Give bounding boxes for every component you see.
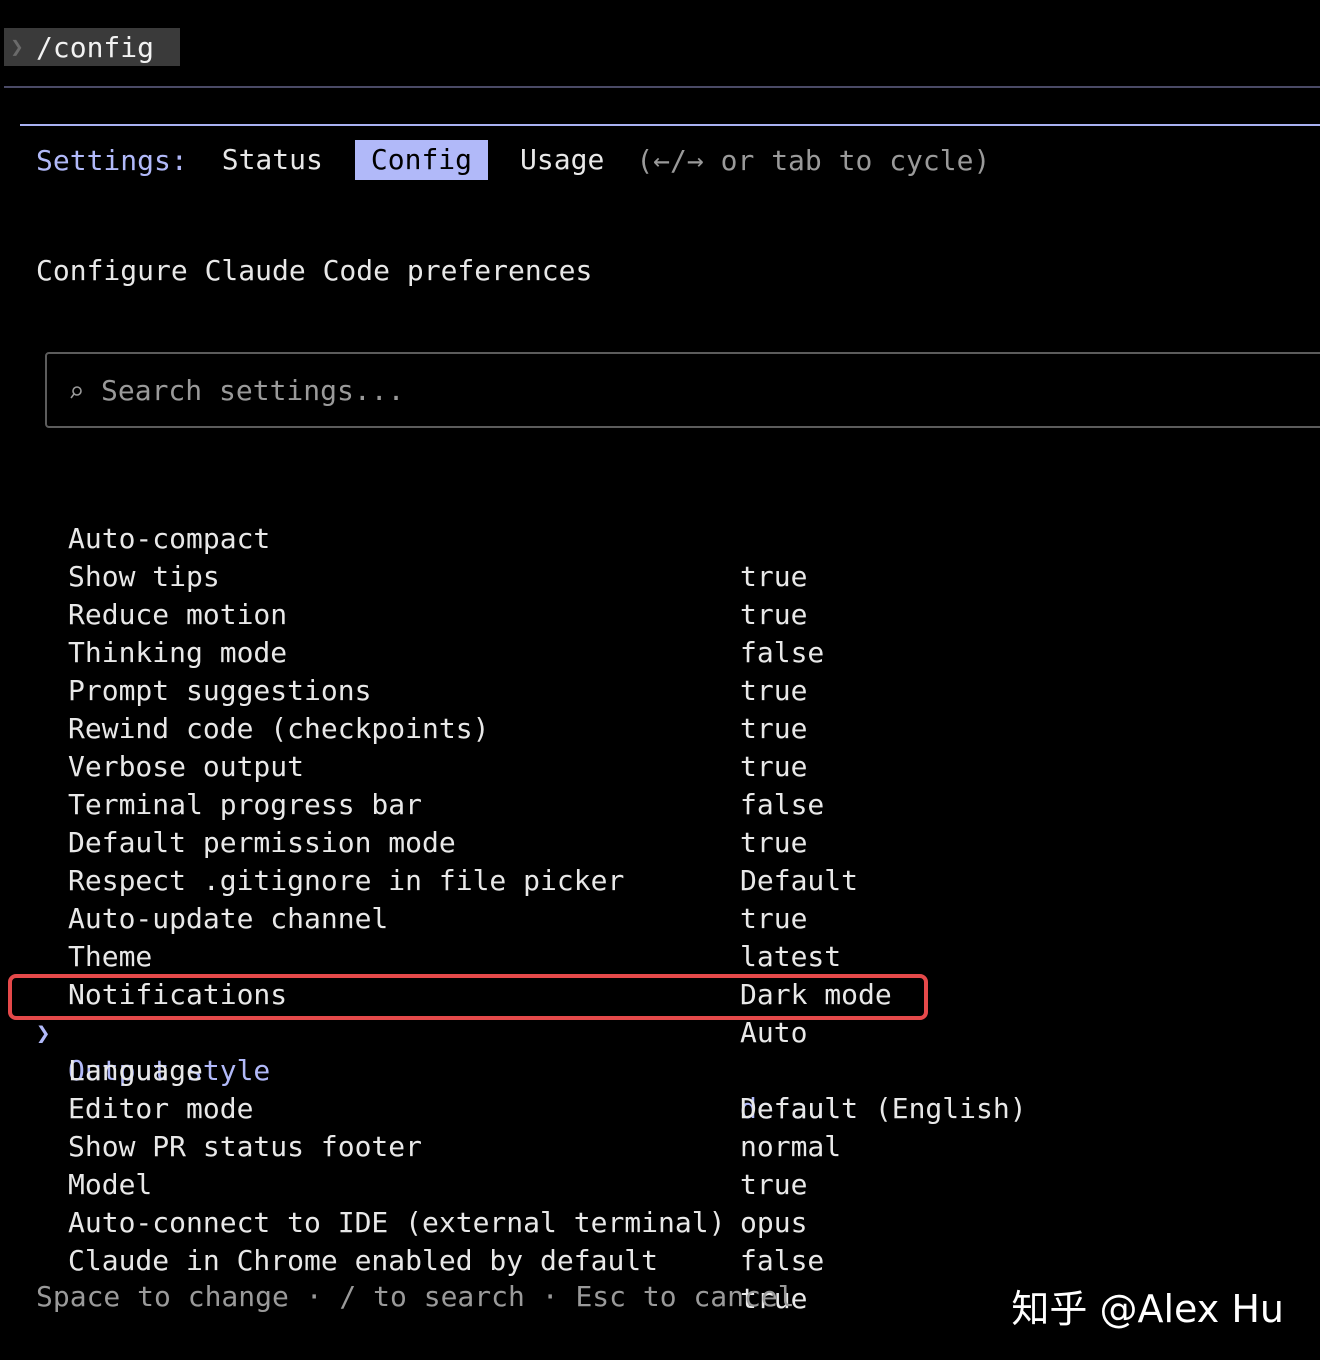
panel-top-border [20,124,1320,126]
setting-row-notifications[interactable]: Notifications Auto [0,938,1320,1049]
setting-row-default-permission-mode[interactable]: Default permission mode Default [0,786,1320,897]
setting-row-verbose-output[interactable]: Verbose output false [0,710,1320,821]
tab-cycle-hint: (←/→ or tab to cycle) [636,143,991,177]
command-line: ❯ /config [4,28,180,66]
setting-row-terminal-progress-bar[interactable]: Terminal progress bar true [0,748,1320,859]
search-input[interactable] [101,370,1301,410]
command-text: /config [36,30,155,64]
setting-row-claude-in-chrome[interactable]: Claude in Chrome enabled by default true [0,1204,1320,1315]
search-box[interactable] [45,352,1320,428]
divider [4,86,1320,88]
setting-row-auto-compact[interactable]: Auto-compact true [0,482,1320,593]
selection-highlight-box [8,974,928,1020]
watermark: 知乎 @Alex Hu [1011,1287,1284,1331]
setting-row-theme[interactable]: Theme Dark mode [0,900,1320,1011]
setting-name: Claude in Chrome enabled by default [68,1244,659,1277]
setting-row-auto-update-channel[interactable]: Auto-update channel latest [0,862,1320,973]
page-subtitle: Configure Claude Code preferences [36,254,593,287]
tab-status[interactable]: Status [222,140,339,180]
setting-row-model[interactable]: Model opus [0,1128,1320,1239]
setting-row-respect-gitignore[interactable]: Respect .gitignore in file picker true [0,824,1320,935]
chevron-right-icon: ❯ [10,34,24,60]
setting-row-show-tips[interactable]: Show tips true [0,520,1320,631]
setting-row-prompt-suggestions[interactable]: Prompt suggestions true [0,634,1320,745]
setting-row-auto-connect-ide[interactable]: Auto-connect to IDE (external terminal) … [0,1166,1320,1277]
setting-row-show-pr-status-footer[interactable]: Show PR status footer true [0,1090,1320,1201]
settings-list: Auto-compact true Show tips true Reduce … [0,482,1320,1315]
setting-row-thinking-mode[interactable]: Thinking mode true [0,596,1320,707]
setting-value: false [740,1244,825,1277]
tab-config[interactable]: Config [354,140,489,180]
tab-usage[interactable]: Usage [504,140,620,180]
settings-label: Settings: [36,143,188,177]
search-icon [70,386,82,399]
setting-row-editor-mode[interactable]: Editor mode normal [0,1052,1320,1163]
settings-tabs: Settings: Status Config Usage (←/→ or ta… [36,140,990,180]
setting-row-reduce-motion[interactable]: Reduce motion false [0,558,1320,669]
setting-row-rewind-code[interactable]: Rewind code (checkpoints) true [0,672,1320,783]
keyboard-hint-footer: Space to change · / to search · Esc to c… [36,1280,795,1313]
